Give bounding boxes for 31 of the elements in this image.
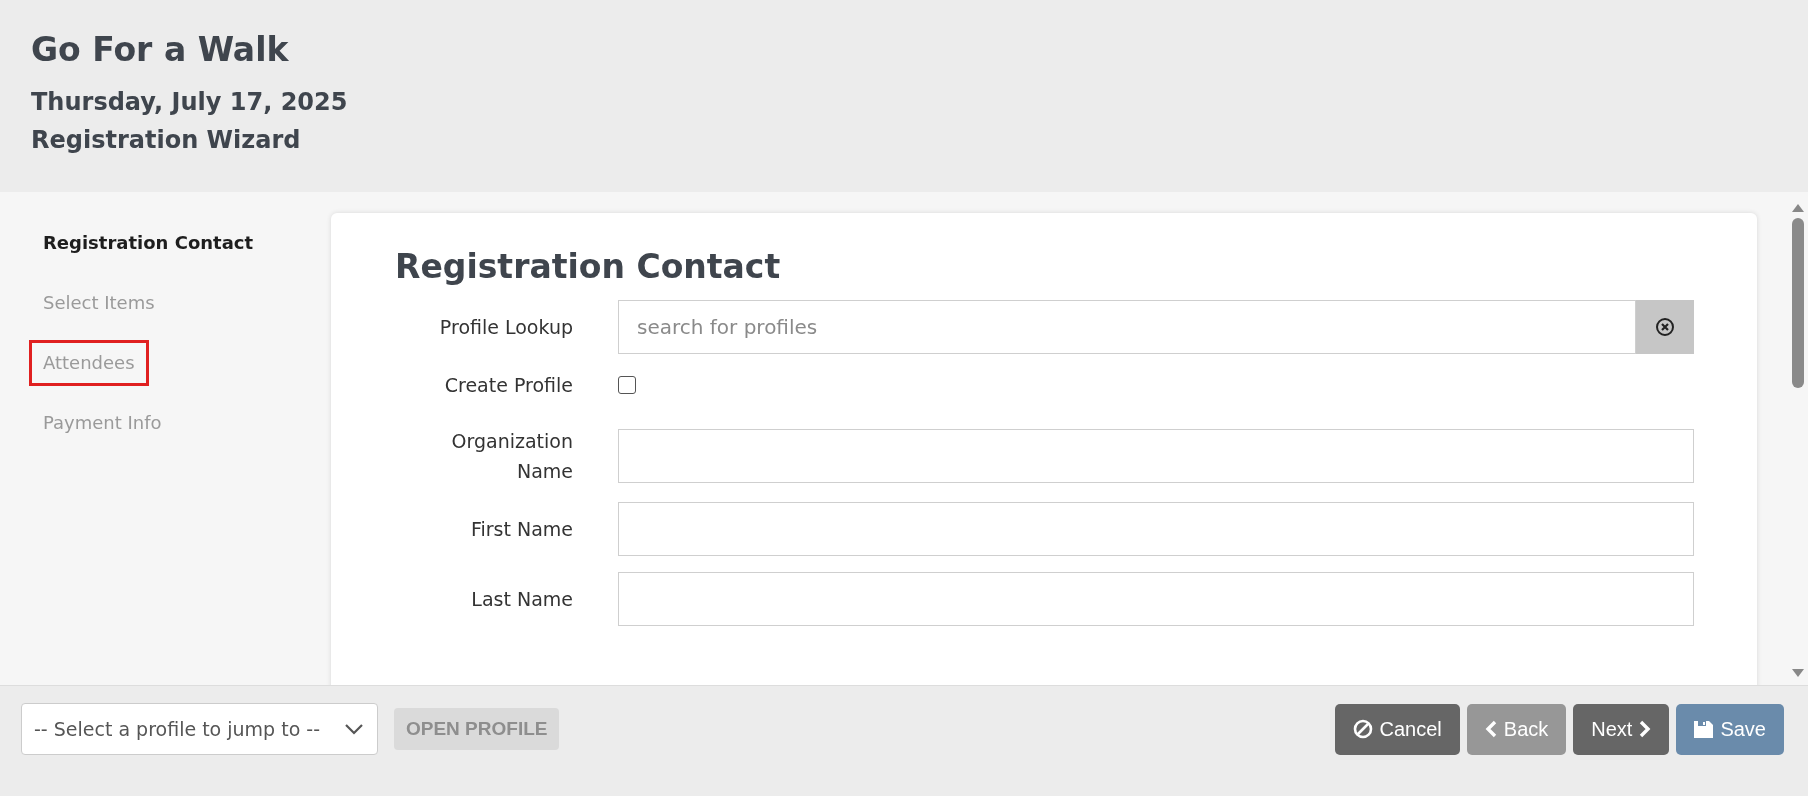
field-label: Last Name: [470, 587, 573, 612]
scrollbar-thumb[interactable]: [1792, 218, 1804, 388]
ban-icon: [1352, 719, 1373, 739]
cancel-button[interactable]: Cancel: [1334, 703, 1460, 755]
next-button[interactable]: Next: [1573, 703, 1670, 755]
chevron-right-icon: [1639, 720, 1652, 738]
field-label: Create Profile: [443, 373, 573, 398]
chevron-left-icon: [1484, 720, 1497, 738]
close-icon: [1655, 317, 1675, 337]
profile-select[interactable]: -- Select a profile to jump to --: [21, 703, 378, 755]
wizard-step-link[interactable]: Select Items: [29, 280, 169, 326]
field-label: Profile Lookup: [438, 315, 573, 340]
scroll-up-icon[interactable]: [1792, 204, 1804, 212]
save-button[interactable]: Save: [1676, 703, 1784, 755]
text-field[interactable]: [618, 429, 1694, 483]
search-field[interactable]: search for profiles: [618, 300, 1636, 354]
event-title: Go For a Walk: [31, 30, 290, 69]
wizard-title: Registration Wizard: [31, 125, 302, 156]
text-field[interactable]: [618, 572, 1694, 626]
form-heading: Registration Contact: [395, 247, 782, 286]
checkbox[interactable]: [618, 376, 636, 394]
wizard-step-link[interactable]: Payment Info: [29, 400, 176, 446]
chevron-down-icon: [345, 723, 363, 735]
clear-button[interactable]: [1636, 300, 1694, 354]
event-date: Thursday, July 17, 2025: [31, 87, 349, 118]
wizard-step-link[interactable]: Attendees: [29, 340, 149, 386]
field-label: Organization Name: [450, 429, 573, 484]
field-label: First Name: [469, 517, 573, 542]
wizard-step-link[interactable]: Registration Contact: [29, 220, 268, 266]
text-field[interactable]: [618, 502, 1694, 556]
scroll-down-icon[interactable]: [1792, 669, 1804, 677]
